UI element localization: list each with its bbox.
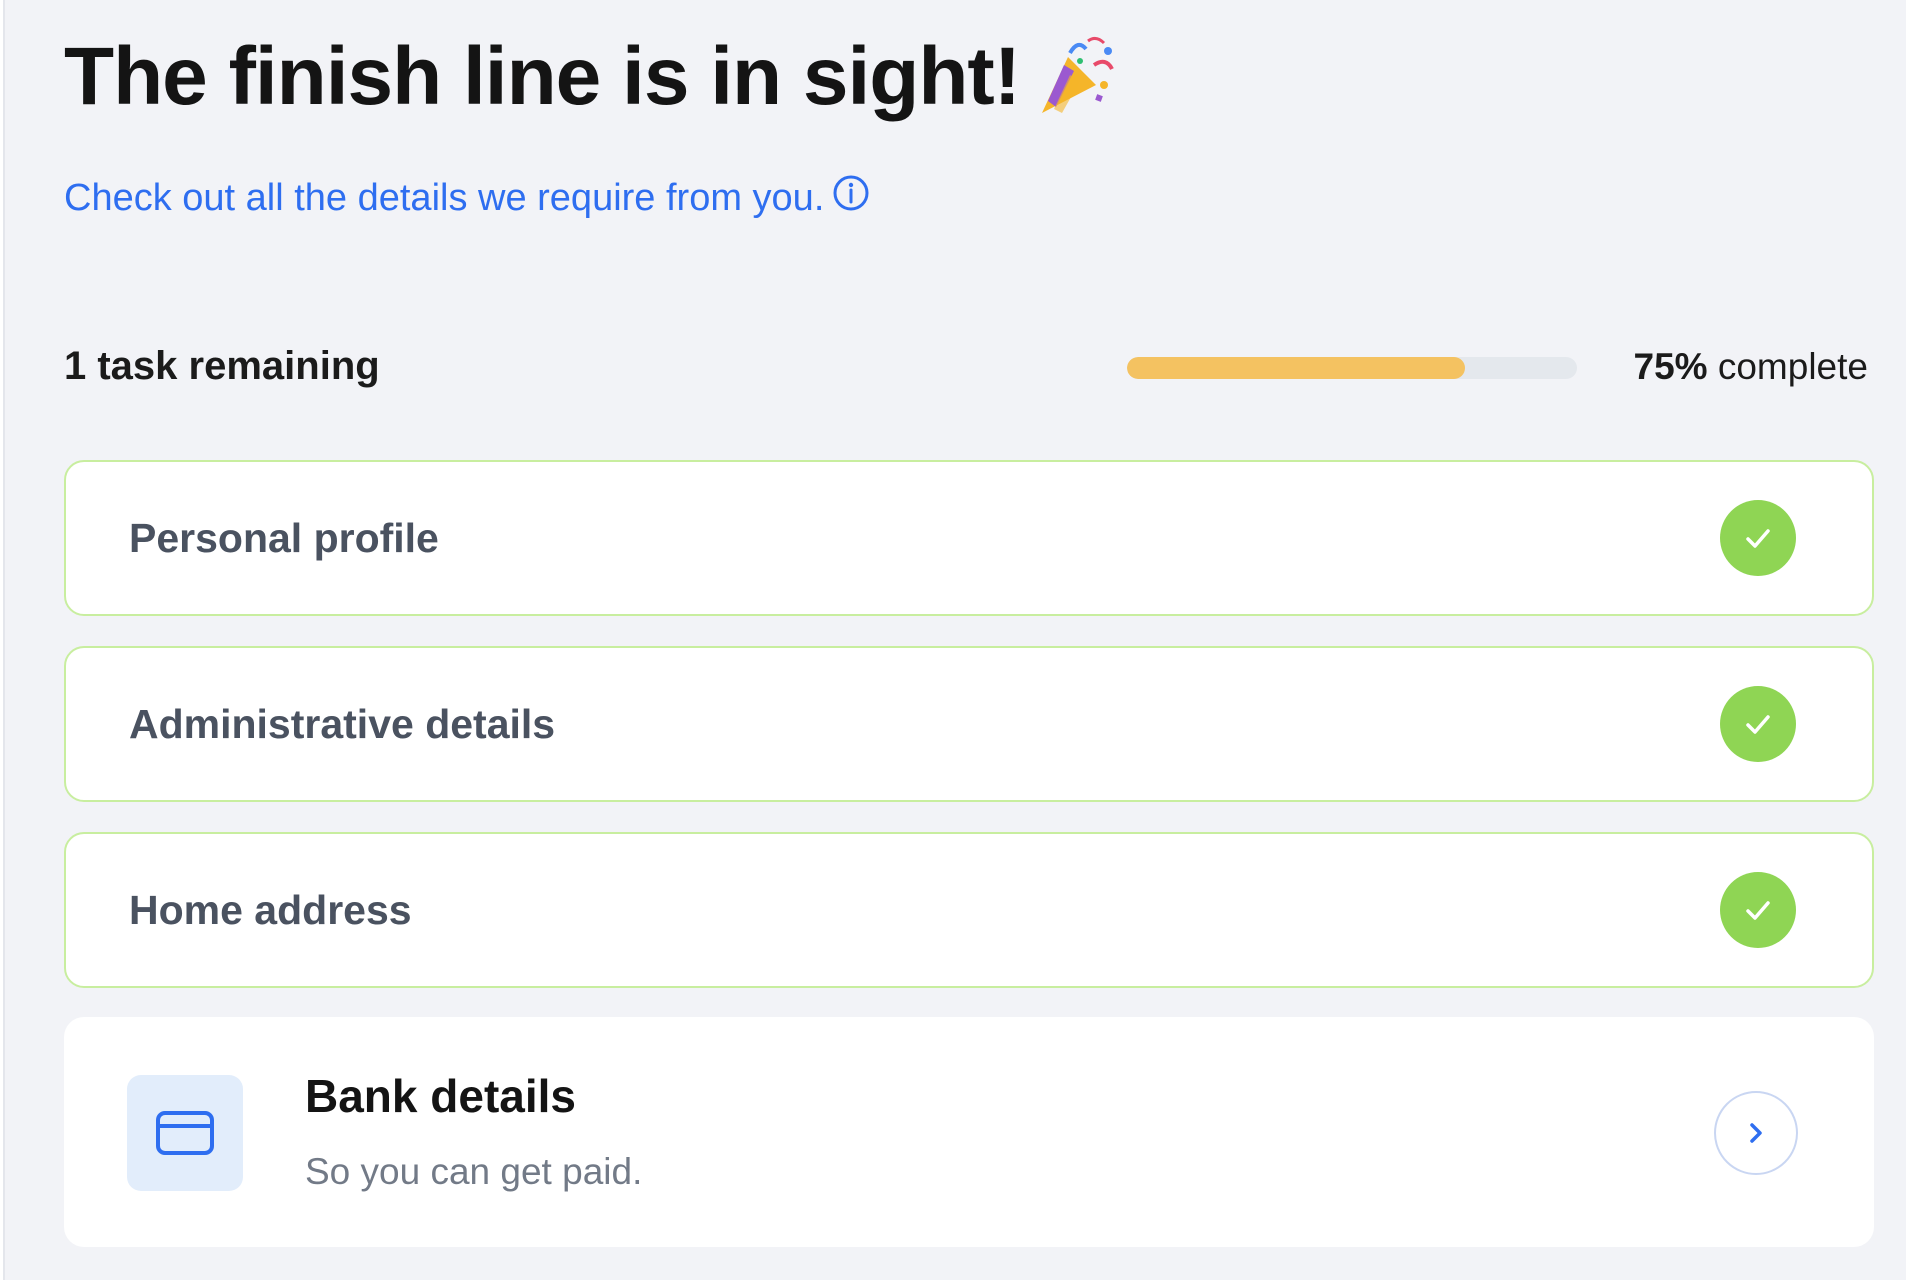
task-label: Administrative details	[129, 700, 556, 747]
progress-percent-suffix: complete	[1717, 346, 1868, 387]
page-title: The finish line is in sight!	[64, 30, 1118, 124]
bank-details-open-button[interactable]	[1714, 1091, 1798, 1175]
task-card-administrative-details[interactable]: Administrative details	[64, 646, 1874, 802]
bank-details-subtitle: So you can get paid.	[305, 1151, 643, 1192]
task-label: Home address	[129, 886, 412, 933]
check-icon	[1720, 686, 1796, 762]
credit-card-icon	[127, 1075, 243, 1191]
task-card-home-address[interactable]: Home address	[64, 832, 1874, 988]
task-card-bank-details[interactable]: Bank details So you can get paid.	[64, 1017, 1874, 1247]
info-icon[interactable]	[824, 174, 870, 222]
task-label: Personal profile	[129, 514, 439, 561]
requirements-link-text[interactable]: Check out all the details we require fro…	[64, 177, 824, 220]
task-card-personal-profile[interactable]: Personal profile	[64, 460, 1874, 616]
party-popper-icon	[1034, 35, 1118, 119]
bank-details-title: Bank details	[305, 1070, 576, 1122]
chevron-right-icon	[1750, 1123, 1762, 1143]
requirements-link[interactable]: Check out all the details we require fro…	[64, 174, 870, 222]
progress-percent: 75% complete	[1634, 346, 1868, 388]
progress-bar	[1127, 357, 1577, 379]
check-icon	[1720, 872, 1796, 948]
check-icon	[1720, 500, 1796, 576]
tasks-remaining-label: 1 task remaining	[64, 344, 380, 388]
progress-bar-fill	[1127, 357, 1465, 379]
page-title-text: The finish line is in sight!	[64, 31, 1021, 122]
progress-percent-value: 75%	[1633, 346, 1708, 387]
onboarding-panel: The finish line is in sight! Check out a…	[3, 0, 1906, 1280]
